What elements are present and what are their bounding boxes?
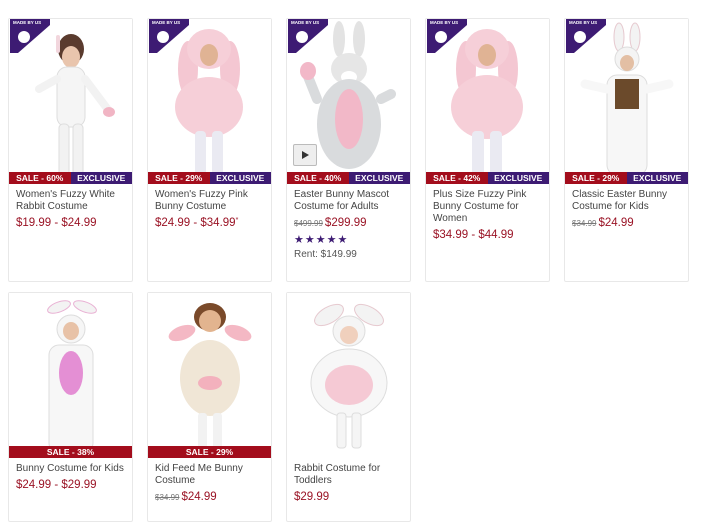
product-price: $29.99 [294, 491, 330, 503]
svg-text:MADE BY US: MADE BY US [13, 20, 41, 25]
sale-bar: SALE - 40% EXCLUSIVE [287, 172, 410, 184]
sale-bar: SALE - 29% EXCLUSIVE [565, 172, 688, 184]
product-image[interactable]: SALE - 38% [9, 293, 132, 458]
product-title[interactable]: Rabbit Costume for Toddlers [294, 463, 403, 487]
product-image[interactable]: MADE BY US SALE - 60% EXCLUSIVE [9, 19, 132, 184]
made-by-us-badge: MADE BY US [288, 19, 328, 53]
sale-bar: SALE - 38% [9, 446, 132, 458]
sale-badge: SALE - 38% [9, 446, 132, 458]
product-image[interactable]: MADE BY US SALE - 40% EXCLUSIVE [287, 19, 410, 184]
made-by-us-badge: MADE BY US [427, 19, 467, 53]
sale-bar: SALE - 29% [148, 446, 271, 458]
product-image[interactable]: MADE BY US SALE - 29% EXCLUSIVE [148, 19, 271, 184]
sale-bar: SALE - 42% EXCLUSIVE [426, 172, 549, 184]
made-by-us-badge: MADE BY US [149, 19, 189, 53]
product-title[interactable]: Kid Feed Me Bunny Costume [155, 463, 264, 487]
sale-badge: SALE - 29% [565, 172, 627, 184]
product-card[interactable]: Rabbit Costume for Toddlers $29.99 [286, 292, 411, 522]
original-price: $34.99 [572, 219, 597, 228]
exclusive-badge: EXCLUSIVE [209, 172, 271, 184]
product-price: $34.99 - $44.99 [433, 229, 514, 241]
made-by-us-badge: MADE BY US [566, 19, 606, 53]
product-image[interactable]: SALE - 29% [148, 293, 271, 458]
svg-text:MADE BY US: MADE BY US [430, 20, 458, 25]
product-card[interactable]: MADE BY US SALE - 29% EXCLUSIVE Women's … [147, 18, 272, 282]
exclusive-badge: EXCLUSIVE [348, 172, 410, 184]
product-price: $34.99 $24.99 [572, 217, 634, 229]
product-title[interactable]: Women's Fuzzy White Rabbit Costume [16, 189, 125, 213]
product-price: $24.99 - $34.99* [155, 217, 239, 229]
product-price: $24.99 - $29.99 [16, 479, 97, 491]
product-title[interactable]: Bunny Costume for Kids [16, 463, 125, 475]
product-title[interactable]: Women's Fuzzy Pink Bunny Costume [155, 189, 264, 213]
sale-bar: SALE - 60% EXCLUSIVE [9, 172, 132, 184]
sale-badge: SALE - 40% [287, 172, 349, 184]
original-price: $34.99 [155, 493, 180, 502]
product-price: $499.99 $299.99 [294, 217, 367, 229]
product-card[interactable]: SALE - 29% Kid Feed Me Bunny Costume $34… [147, 292, 272, 522]
svg-text:MADE BY US: MADE BY US [569, 20, 597, 25]
sale-badge: SALE - 42% [426, 172, 488, 184]
exclusive-badge: EXCLUSIVE [626, 172, 688, 184]
made-by-us-badge: MADE BY US [10, 19, 50, 53]
play-video-button[interactable] [293, 144, 317, 166]
product-price: $34.99 $24.99 [155, 491, 217, 503]
svg-text:MADE BY US: MADE BY US [152, 20, 180, 25]
product-photo [310, 303, 388, 449]
sale-badge: SALE - 29% [148, 172, 210, 184]
product-title[interactable]: Plus Size Fuzzy Pink Bunny Costume for W… [433, 189, 542, 225]
product-image[interactable]: MADE BY US SALE - 29% EXCLUSIVE [565, 19, 688, 184]
product-image[interactable] [287, 293, 410, 458]
exclusive-badge: EXCLUSIVE [70, 172, 132, 184]
rent-price: Rent: $149.99 [294, 249, 357, 260]
product-card[interactable]: MADE BY US SALE - 60% EXCLUSIVE Women's … [8, 18, 133, 282]
sale-bar: SALE - 29% EXCLUSIVE [148, 172, 271, 184]
product-image[interactable]: MADE BY US SALE - 42% EXCLUSIVE [426, 19, 549, 184]
exclusive-badge: EXCLUSIVE [487, 172, 549, 184]
sale-badge: SALE - 60% [9, 172, 71, 184]
product-card[interactable]: MADE BY US SALE - 40% EXCLUSIVE Easter B… [286, 18, 411, 282]
star-rating[interactable]: ★★★★★ [294, 233, 403, 246]
svg-text:MADE BY US: MADE BY US [291, 20, 319, 25]
product-title[interactable]: Easter Bunny Mascot Costume for Adults [294, 189, 403, 213]
product-photo [168, 303, 252, 453]
original-price: $499.99 [294, 219, 323, 228]
product-photo [47, 300, 97, 454]
play-icon [302, 151, 309, 159]
product-card[interactable]: SALE - 38% Bunny Costume for Kids $24.99… [8, 292, 133, 522]
product-title[interactable]: Classic Easter Bunny Costume for Kids [572, 189, 681, 213]
product-price: $19.99 - $24.99 [16, 217, 97, 229]
sale-badge: SALE - 29% [148, 446, 271, 458]
product-card[interactable]: MADE BY US SALE - 42% EXCLUSIVE Plus Siz… [425, 18, 550, 282]
product-card[interactable]: MADE BY US SALE - 29% EXCLUSIVE Classic … [564, 18, 689, 282]
